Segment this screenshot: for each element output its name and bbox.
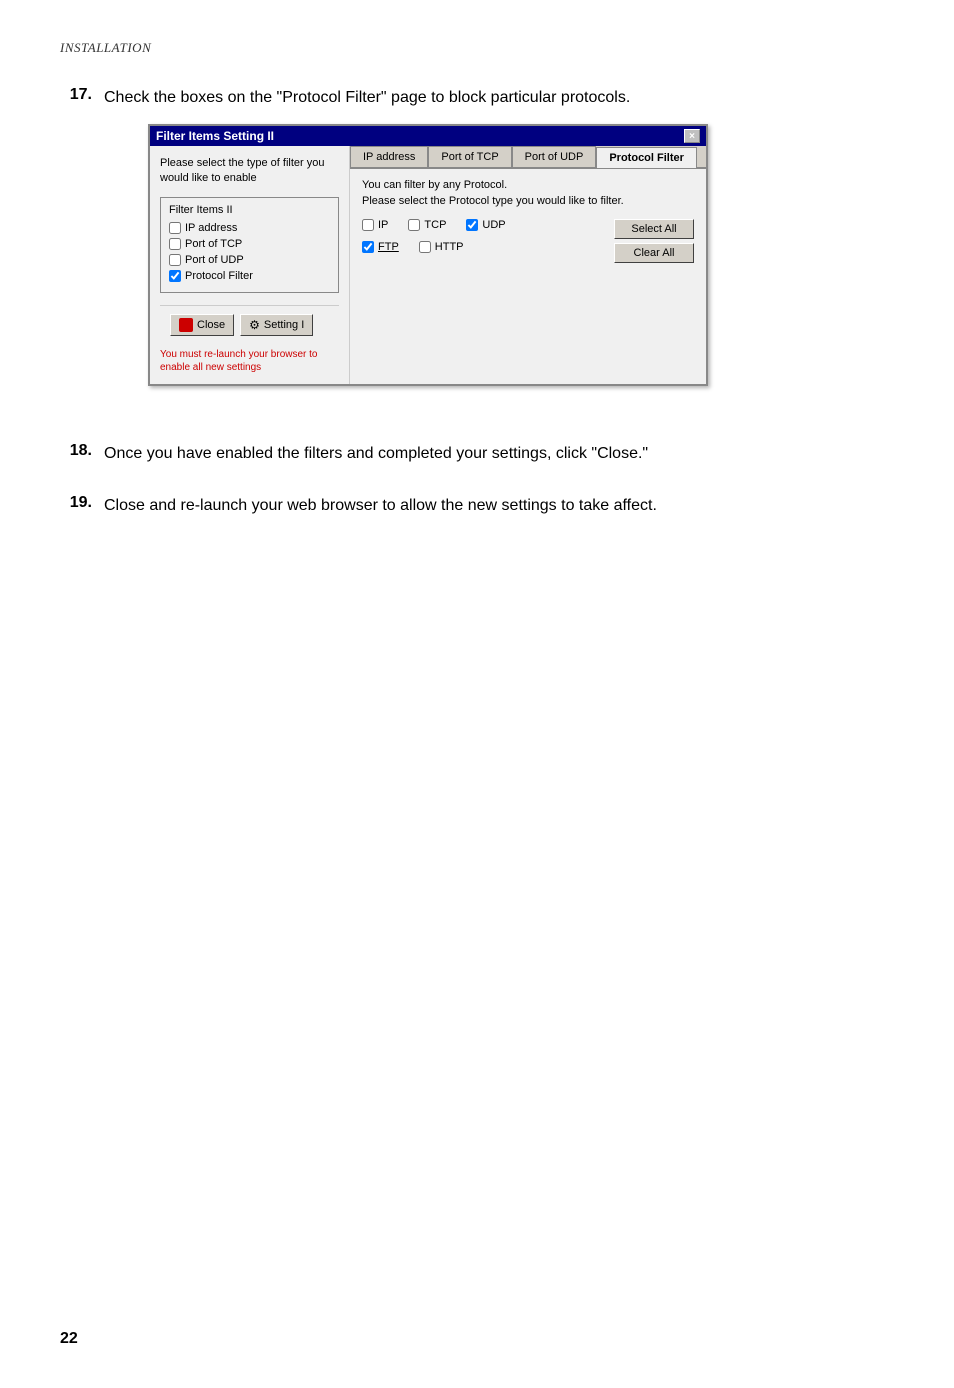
filter-items-group: Filter Items II IP address Port of TCP xyxy=(160,197,339,293)
setting-i-button[interactable]: ⚙ Setting I xyxy=(240,314,313,336)
dialog-body: Please select the type of filter you wou… xyxy=(150,146,706,384)
tabs-bar: IP address Port of TCP Port of UDP Proto… xyxy=(350,146,706,169)
checkbox-ip-address[interactable]: IP address xyxy=(169,222,330,234)
close-button[interactable]: Close xyxy=(170,314,234,336)
protocol-http-label: HTTP xyxy=(435,241,464,253)
step-17: 17. Check the boxes on the "Protocol Fil… xyxy=(60,86,894,414)
step-18-text: Once you have enabled the filters and co… xyxy=(104,442,648,466)
protocol-ip-checkbox[interactable] xyxy=(362,219,374,231)
checkbox-port-udp[interactable]: Port of UDP xyxy=(169,254,330,266)
close-button-label: Close xyxy=(197,319,225,331)
protocol-ip-label: IP xyxy=(378,219,388,231)
filter-items-title: Filter Items II xyxy=(169,204,330,216)
checkbox-protocol-filter-label: Protocol Filter xyxy=(185,270,253,282)
warning-text: You must re-launch your browser to enabl… xyxy=(160,348,339,374)
protocol-ftp-label: FTP xyxy=(378,241,399,253)
setting-button-label: Setting I xyxy=(264,319,304,331)
protocol-tcp-label: TCP xyxy=(424,219,446,231)
tab-ip-address[interactable]: IP address xyxy=(350,146,428,167)
dialog-titlebar: Filter Items Setting II × xyxy=(150,126,706,146)
page-header: Installation xyxy=(60,40,894,56)
protocol-row-1: IP TCP UDP xyxy=(362,219,614,231)
step-19-text: Close and re-launch your web browser to … xyxy=(104,494,657,518)
tab-content: You can filter by any Protocol. Please s… xyxy=(350,169,706,273)
checkbox-port-tcp[interactable]: Port of TCP xyxy=(169,238,330,250)
protocol-ftp-checkbox[interactable] xyxy=(362,241,374,253)
close-icon xyxy=(179,318,193,332)
protocol-http-checkbox[interactable] xyxy=(419,241,431,253)
protocol-http[interactable]: HTTP xyxy=(419,241,464,253)
page-number: 22 xyxy=(60,1330,78,1348)
step-18: 18. Once you have enabled the filters an… xyxy=(60,442,894,466)
step-18-number: 18. xyxy=(60,442,92,460)
checkbox-port-tcp-input[interactable] xyxy=(169,238,181,250)
dialog-title: Filter Items Setting II xyxy=(156,129,274,143)
clear-all-button[interactable]: Clear All xyxy=(614,243,694,263)
protocol-udp-checkbox[interactable] xyxy=(466,219,478,231)
tab-desc-1: You can filter by any Protocol. xyxy=(362,179,694,191)
right-inner: Select All Clear All IP xyxy=(362,219,694,253)
checkbox-ip-address-label: IP address xyxy=(185,222,237,234)
checkbox-ip-address-input[interactable] xyxy=(169,222,181,234)
step-17-number: 17. xyxy=(60,86,92,104)
checkbox-port-udp-input[interactable] xyxy=(169,254,181,266)
protocol-ip[interactable]: IP xyxy=(362,219,388,231)
protocol-tcp[interactable]: TCP xyxy=(408,219,446,231)
checkbox-protocol-filter-input[interactable] xyxy=(169,270,181,282)
dialog-right-panel: IP address Port of TCP Port of UDP Proto… xyxy=(350,146,706,384)
dialog-wrapper: Filter Items Setting II × Please select … xyxy=(148,124,708,386)
left-panel-description: Please select the type of filter you wou… xyxy=(160,156,339,187)
checkbox-port-tcp-label: Port of TCP xyxy=(185,238,242,250)
dialog-left-panel: Please select the type of filter you wou… xyxy=(150,146,350,384)
tab-port-tcp[interactable]: Port of TCP xyxy=(428,146,511,167)
tab-protocol-filter[interactable]: Protocol Filter xyxy=(596,147,697,168)
step-17-text: Check the boxes on the "Protocol Filter"… xyxy=(104,86,708,110)
select-all-button[interactable]: Select All xyxy=(614,219,694,239)
checkbox-port-udp-label: Port of UDP xyxy=(185,254,244,266)
step-19-number: 19. xyxy=(60,494,92,512)
filter-dialog: Filter Items Setting II × Please select … xyxy=(148,124,708,386)
dialog-close-button[interactable]: × xyxy=(684,129,700,143)
protocol-tcp-checkbox[interactable] xyxy=(408,219,420,231)
checkbox-protocol-filter[interactable]: Protocol Filter xyxy=(169,270,330,282)
setting-icon: ⚙ xyxy=(249,318,260,332)
protocol-ftp[interactable]: FTP xyxy=(362,241,399,253)
tab-desc-2: Please select the Protocol type you woul… xyxy=(362,195,694,207)
step-19: 19. Close and re-launch your web browser… xyxy=(60,494,894,518)
protocol-udp[interactable]: UDP xyxy=(466,219,505,231)
tab-port-udp[interactable]: Port of UDP xyxy=(512,146,597,167)
protocol-row-2: FTP HTTP xyxy=(362,241,614,253)
dialog-bottom-buttons: Close ⚙ Setting I xyxy=(160,305,339,344)
protocol-udp-label: UDP xyxy=(482,219,505,231)
side-buttons-container: Select All Clear All xyxy=(614,219,694,263)
